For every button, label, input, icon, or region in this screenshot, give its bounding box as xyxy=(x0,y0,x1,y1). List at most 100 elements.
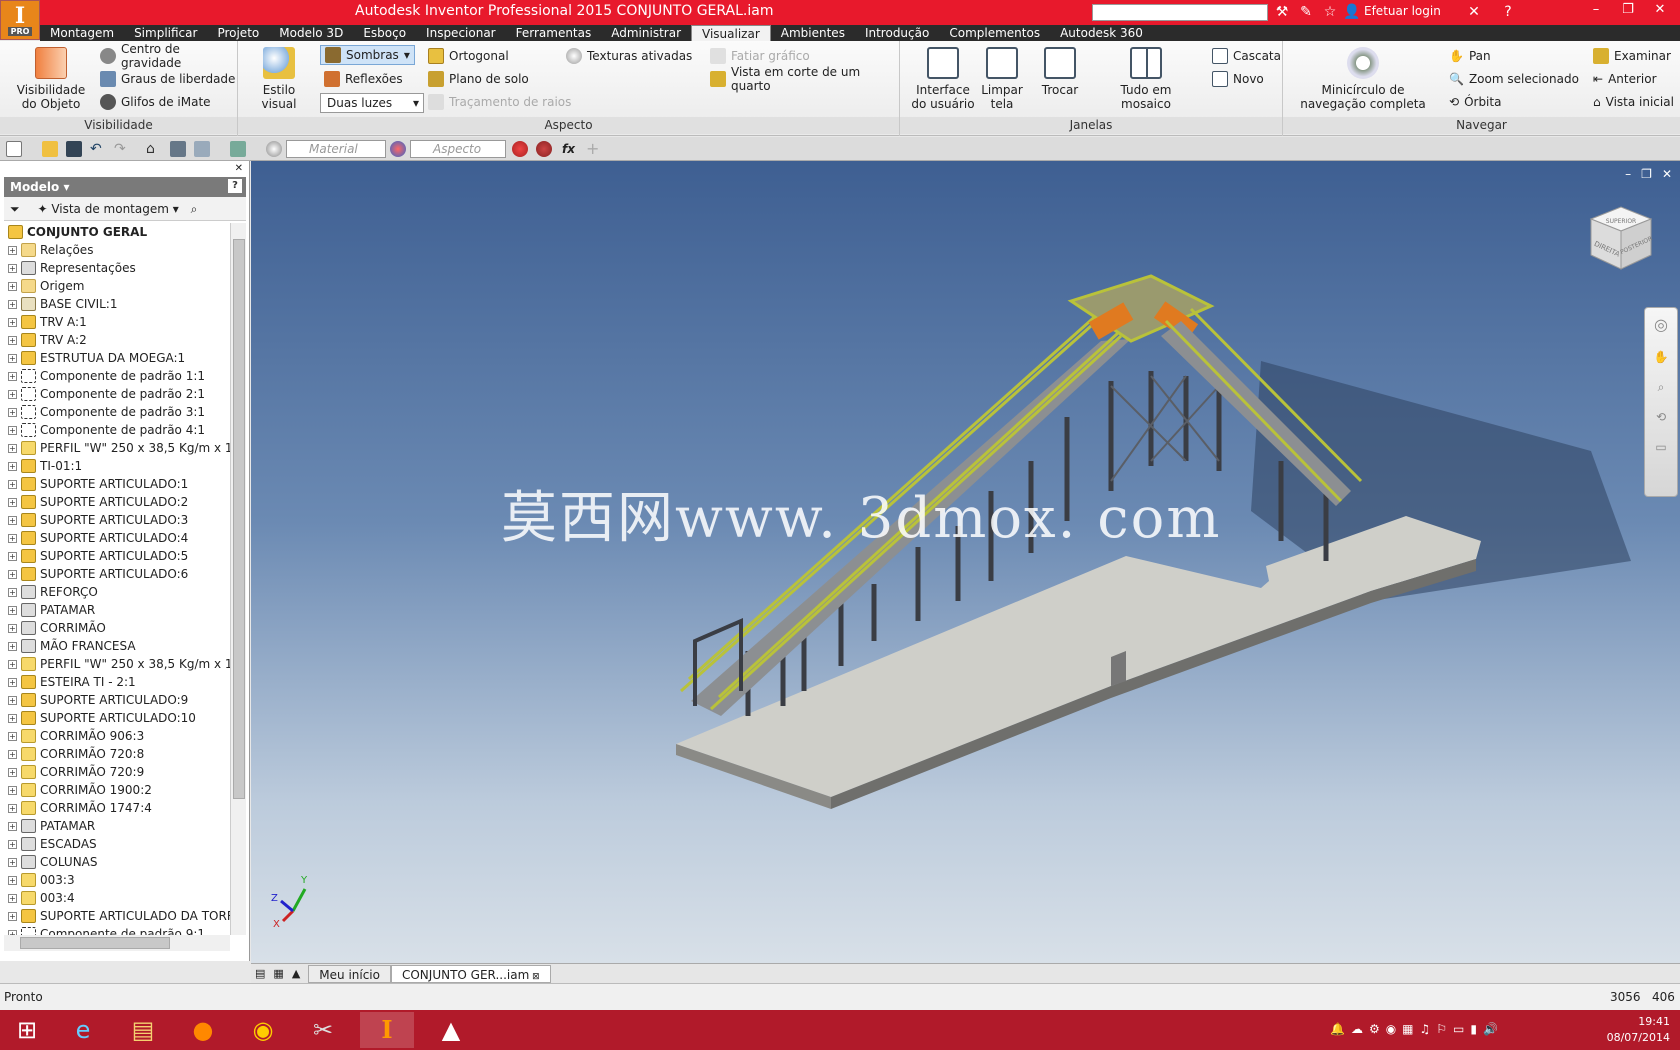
tree-node[interactable]: + Representações xyxy=(4,259,230,277)
minimize-button[interactable]: – xyxy=(1580,0,1612,22)
expand-icon[interactable]: + xyxy=(8,281,17,291)
plus-icon[interactable]: + xyxy=(586,141,602,157)
expand-icon[interactable]: + xyxy=(8,695,17,705)
orbit-button[interactable]: ⟲ Órbita xyxy=(1449,92,1501,112)
reflections-button[interactable]: Reflexões xyxy=(324,69,403,89)
login-link[interactable]: Efetuar login xyxy=(1364,4,1441,18)
tab-visualizar[interactable]: Visualizar xyxy=(691,25,771,41)
tab-montagem[interactable]: Montagem xyxy=(40,25,124,41)
expand-icon[interactable]: + xyxy=(8,677,17,687)
orthographic-button[interactable]: Ortogonal xyxy=(428,46,509,66)
grid-view-icon[interactable]: ▦ xyxy=(273,967,283,980)
expand-icon[interactable]: + xyxy=(8,659,17,669)
graphics-viewport[interactable]: – ❐ ✕ 莫西网www. 3dmox. com SUPERIOR DIREIT… xyxy=(251,161,1680,963)
tree-node[interactable]: + Componente de padrão 1:1 xyxy=(4,367,230,385)
tree-node[interactable]: + SUPORTE ARTICULADO DA TORR xyxy=(4,907,230,925)
clean-screen-button[interactable]: Limpar tela xyxy=(980,47,1024,111)
pan-icon[interactable]: ✋ xyxy=(1645,342,1677,372)
appearance-select[interactable]: Aspecto xyxy=(410,140,506,158)
tab-ferramentas[interactable]: Ferramentas xyxy=(506,25,602,41)
center-of-gravity-button[interactable]: Centro de gravidade xyxy=(100,42,237,70)
browser-header[interactable]: Modelo ▾? xyxy=(4,177,246,197)
select-icon[interactable] xyxy=(230,141,246,157)
degrees-of-freedom-button[interactable]: Graus de liberdade xyxy=(100,69,235,89)
tree-node[interactable]: + TRV A:1 xyxy=(4,313,230,331)
tree-node[interactable]: + TI-01:1 xyxy=(4,457,230,475)
fx-button[interactable]: fx xyxy=(562,141,578,157)
switch-button[interactable]: Trocar xyxy=(1036,47,1084,97)
expand-icon[interactable]: + xyxy=(8,497,17,507)
expand-icon[interactable]: + xyxy=(8,353,17,363)
new-icon[interactable] xyxy=(6,141,22,157)
expand-icon[interactable]: + xyxy=(8,299,17,309)
expand-icon[interactable]: + xyxy=(8,317,17,327)
expand-icon[interactable]: + xyxy=(8,641,17,651)
tree-node[interactable]: + PATAMAR xyxy=(4,601,230,619)
tree-node[interactable]: + CORRIMÃO xyxy=(4,619,230,637)
filter-icon[interactable]: ⏷ xyxy=(10,202,20,216)
user-interface-button[interactable]: Interface do usuário xyxy=(910,47,976,111)
orbit-icon[interactable]: ⟲ xyxy=(1645,402,1677,432)
wrench-icon[interactable]: ⚒ xyxy=(1272,2,1292,22)
windows-start-icon[interactable]: ⊞ xyxy=(0,1012,54,1048)
expand-icon[interactable]: + xyxy=(8,749,17,759)
steering-wheel-icon[interactable]: ◎ xyxy=(1645,308,1677,342)
tree-node[interactable]: + SUPORTE ARTICULADO:2 xyxy=(4,493,230,511)
find-icon[interactable]: ⌕ xyxy=(191,202,198,216)
tree-node[interactable]: + ESTEIRA TI - 2:1 xyxy=(4,673,230,691)
expand-icon[interactable]: + xyxy=(8,551,17,561)
star-icon[interactable]: ☆ xyxy=(1320,2,1340,22)
snipping-tool-icon[interactable]: ✂ xyxy=(296,1012,350,1048)
tab-ambientes[interactable]: Ambientes xyxy=(771,25,855,41)
save-icon[interactable] xyxy=(66,141,82,157)
return-icon[interactable] xyxy=(194,141,210,157)
tree-node[interactable]: + SUPORTE ARTICULADO:3 xyxy=(4,511,230,529)
home-icon[interactable]: ⌂ xyxy=(146,141,162,157)
expand-icon[interactable]: + xyxy=(8,425,17,435)
expand-icon[interactable]: + xyxy=(8,533,17,543)
tree-node[interactable]: + CORRIMÃO 1900:2 xyxy=(4,781,230,799)
expand-icon[interactable]: + xyxy=(8,407,17,417)
expand-icon[interactable]: + xyxy=(8,623,17,633)
tree-node[interactable]: +003:3 xyxy=(4,871,230,889)
tree-node[interactable]: + PERFIL "W" 250 x 38,5 Kg/m x 1 xyxy=(4,439,230,457)
home-view-button[interactable]: ⌂ Vista inicial xyxy=(1593,92,1674,112)
cascade-button[interactable]: Cascata xyxy=(1212,46,1281,66)
tree-node[interactable]: + SUPORTE ARTICULADO:4 xyxy=(4,529,230,547)
tree-node[interactable]: + TRV A:2 xyxy=(4,331,230,349)
expand-icon[interactable]: + xyxy=(8,767,17,777)
browser-horizontal-scrollbar[interactable] xyxy=(4,935,230,951)
document-tab[interactable]: Meu início xyxy=(308,964,391,983)
firefox-icon[interactable]: ● xyxy=(176,1012,230,1048)
pan-button[interactable]: ✋ Pan xyxy=(1449,46,1491,66)
tree-node[interactable]: + COLUNAS xyxy=(4,853,230,871)
exchange-icon[interactable]: ✕ xyxy=(1464,2,1484,22)
expand-icon[interactable]: + xyxy=(8,911,17,921)
tab-esbo-o[interactable]: Esboço xyxy=(353,25,416,41)
browser-vertical-scrollbar[interactable] xyxy=(230,223,246,935)
slice-graphics-button[interactable]: Fatiar gráfico xyxy=(710,46,810,66)
properties-icon[interactable] xyxy=(170,141,186,157)
chrome-icon[interactable]: ◉ xyxy=(236,1012,290,1048)
tree-node[interactable]: + CORRIMÃO 1747:4 xyxy=(4,799,230,817)
tree-node[interactable]: + CORRIMÃO 720:9 xyxy=(4,763,230,781)
tab-autodesk-360[interactable]: Autodesk 360 xyxy=(1050,25,1153,41)
clock[interactable]: 19:41 08/07/2014 xyxy=(1607,1014,1670,1046)
tree-node[interactable]: + REFORÇO xyxy=(4,583,230,601)
tree-node[interactable]: +003:4 xyxy=(4,889,230,907)
expand-icon[interactable]: + xyxy=(8,263,17,273)
expand-icon[interactable]: + xyxy=(8,245,17,255)
tab-projeto[interactable]: Projeto xyxy=(207,25,269,41)
tree-node[interactable]: + PERFIL "W" 250 x 38,5 Kg/m x 1 xyxy=(4,655,230,673)
internet-explorer-icon[interactable]: e xyxy=(56,1012,110,1048)
tree-node[interactable]: + Relações xyxy=(4,241,230,259)
tab-introdu-o[interactable]: Introdução xyxy=(855,25,939,41)
tree-root[interactable]: CONJUNTO GERAL xyxy=(4,223,230,241)
tree-node[interactable]: + ESTRUTUA DA MOEGA:1 xyxy=(4,349,230,367)
tab-inspecionar[interactable]: Inspecionar xyxy=(416,25,506,41)
textures-button[interactable]: Texturas ativadas xyxy=(566,46,692,66)
tree-node[interactable]: + SUPORTE ARTICULADO:1 xyxy=(4,475,230,493)
help-search-input[interactable] xyxy=(1092,4,1268,21)
expand-icon[interactable]: + xyxy=(8,803,17,813)
close-button[interactable]: ✕ xyxy=(1644,0,1676,22)
